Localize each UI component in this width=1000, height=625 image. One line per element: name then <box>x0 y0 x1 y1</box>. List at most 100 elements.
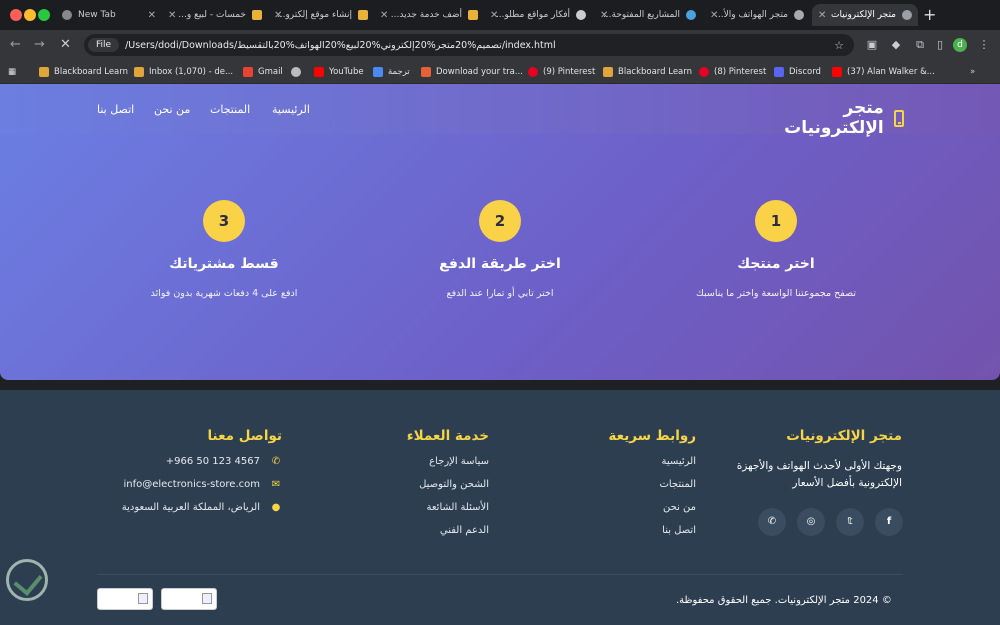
globe-icon <box>794 10 804 20</box>
bookmark-item[interactable]: Gmail <box>243 65 283 79</box>
bookmark-item[interactable]: Blackboard Learn <box>39 65 128 79</box>
back-icon[interactable]: ← <box>10 37 21 52</box>
bookmark-item[interactable]: (37) Alan Walker &... <box>832 65 935 79</box>
url-text[interactable]: /Users/dodi/Downloads/تصميم%20متجر%20إلك… <box>125 40 556 51</box>
step-card-1: 1 اختر منتجك تصفح مجموعتنا الواسعة واختر… <box>656 200 896 299</box>
close-tab-icon[interactable]: ✕ <box>148 10 156 21</box>
footer-about: متجر الإلكترونيات وجهتك الأولى لأحدث اله… <box>722 428 902 492</box>
stop-loading-icon[interactable]: ✕ <box>60 37 71 52</box>
site-info-chip[interactable]: File <box>88 38 120 52</box>
tab-new-tab[interactable]: New Tab ✕ <box>56 4 162 26</box>
bookmark-item[interactable]: Download your tra... <box>421 65 523 79</box>
gmail-icon <box>243 67 253 77</box>
payment-logo-broken-image <box>161 588 217 610</box>
download-icon <box>421 67 431 77</box>
extensions-puzzle-icon[interactable]: ⧉ <box>914 39 926 51</box>
profile-avatar[interactable]: d <box>953 38 967 52</box>
map-pin-icon: ● <box>271 502 281 513</box>
tab-site-ideas[interactable]: أفكار مواقع مطلو... ✕ <box>484 4 592 26</box>
watermark-logo-icon <box>6 559 48 601</box>
bookmark-item[interactable]: ترجمة <box>373 65 410 79</box>
site-logo[interactable]: متجر الإلكترونيات <box>754 98 904 138</box>
forward-icon[interactable]: → <box>34 37 45 52</box>
bookmark-item[interactable] <box>291 65 306 79</box>
tab-open-projects[interactable]: المشاريع المفتوحة... ✕ <box>594 4 702 26</box>
bookmark-star-icon[interactable]: ☆ <box>834 39 844 52</box>
pinterest-icon <box>699 67 709 77</box>
bookmark-item[interactable]: (9) Pinterest <box>528 65 595 79</box>
footer-link[interactable]: الأسئلة الشائعة <box>389 502 490 513</box>
address-bar-row: ← → ✕ File /Users/dodi/Downloads/تصميم%2… <box>0 30 1000 60</box>
contact-address: ● الرياض، المملكة العربية السعودية <box>121 502 281 513</box>
footer-link[interactable]: من نحن <box>596 502 696 513</box>
bookmark-item[interactable]: Blackboard Learn <box>603 65 692 79</box>
close-tab-icon[interactable]: ✕ <box>274 10 282 21</box>
twitter-icon[interactable]: 𝕥 <box>836 508 864 536</box>
footer-link[interactable]: الدعم الفني <box>389 525 489 536</box>
sidebar-icon[interactable]: ▯ <box>934 39 946 51</box>
zoom-window-button[interactable] <box>38 9 50 21</box>
step-number: 3 <box>203 200 245 242</box>
envelope-icon: ✉ <box>271 479 281 490</box>
close-tab-icon[interactable]: ✕ <box>818 10 826 21</box>
footer-quick-links: روابط سريعة الرئيسية المنتجات من نحن اتص… <box>596 428 696 536</box>
bookmark-item[interactable]: Inbox (1,070) - de... <box>134 65 233 79</box>
address-bar[interactable]: File /Users/dodi/Downloads/تصميم%20متجر%… <box>84 34 854 56</box>
footer-link[interactable]: المنتجات <box>596 479 696 490</box>
minimize-window-button[interactable] <box>24 9 36 21</box>
nav-home[interactable]: الرئيسية <box>272 103 310 116</box>
extension-icon[interactable]: ◆ <box>890 39 902 51</box>
bookmark-item[interactable]: (8) Pinterest <box>699 65 766 79</box>
footer-column-title: روابط سريعة <box>608 428 696 444</box>
footer-link[interactable]: اتصل بنا <box>596 525 696 536</box>
step-description: ادفع على 4 دفعات شهرية بدون فوائد <box>150 288 298 299</box>
khamsat-icon <box>468 10 478 20</box>
broken-image-icon <box>138 593 148 604</box>
bookmark-item[interactable]: Discord <box>774 65 821 79</box>
mail-icon <box>134 67 144 77</box>
contact-email: ✉ info@electronics-store.com <box>123 479 281 490</box>
step-card-2: 2 اختر طريقة الدفع اختر تابي أو تمارا عن… <box>380 200 620 299</box>
footer-column-title: تواصل معنا <box>207 428 282 444</box>
nav-products[interactable]: المنتجات <box>210 103 250 116</box>
close-tab-icon[interactable]: ✕ <box>168 10 176 21</box>
close-tab-icon[interactable]: ✕ <box>380 10 388 21</box>
footer-customer-service: خدمة العملاء سياسة الإرجاع الشحن والتوصي… <box>389 428 489 536</box>
close-tab-icon[interactable]: ✕ <box>490 10 498 21</box>
chrome-icon <box>62 10 72 20</box>
step-title: اختر طريقة الدفع <box>439 256 561 272</box>
page-icon <box>902 10 912 20</box>
facebook-icon[interactable]: f <box>875 508 903 536</box>
step-card-3: 3 قسط مشترياتك ادفع على 4 دفعات شهرية بد… <box>104 200 344 299</box>
nav-about[interactable]: من نحن <box>154 103 190 116</box>
tab-phone-store[interactable]: متجر الهواتف والأ... ✕ <box>704 4 810 26</box>
step-title: اختر منتجك <box>737 256 815 272</box>
blackboard-icon <box>603 67 613 77</box>
close-tab-icon[interactable]: ✕ <box>710 10 718 21</box>
menu-kebab-icon[interactable]: ⋮ <box>978 39 990 51</box>
bookmarks-bar: ▦ Blackboard Learn Inbox (1,070) - de...… <box>0 60 1000 84</box>
broken-image-icon <box>202 593 212 604</box>
step-description: اختر تابي أو تمارا عند الدفع <box>446 288 554 299</box>
tab-electronics-store[interactable]: متجر الإلكترونيات ✕ <box>812 4 918 26</box>
browser-tab-bar: New Tab ✕ خمسات - لبيع و... ✕ إنشاء موقع… <box>0 0 1000 30</box>
webpage: 1 اختر منتجك تصفح مجموعتنا الواسعة واختر… <box>0 84 1000 625</box>
instagram-icon[interactable]: ◎ <box>797 508 825 536</box>
more-bookmarks-icon[interactable]: » <box>970 65 975 79</box>
close-tab-icon[interactable]: ✕ <box>600 10 608 21</box>
whatsapp-icon[interactable]: ✆ <box>758 508 786 536</box>
footer-link[interactable]: الرئيسية <box>596 456 696 467</box>
tab-khamsat[interactable]: خمسات - لبيع و... ✕ <box>162 4 268 26</box>
footer-contact: تواصل معنا ✆ +966 50 123 4567 ✉ info@ele… <box>102 428 282 513</box>
new-tab-button[interactable]: + <box>923 5 936 24</box>
extension-icon[interactable]: ▣ <box>866 39 878 51</box>
bookmark-item[interactable]: YouTube <box>314 65 364 79</box>
footer-link[interactable]: سياسة الإرجاع <box>389 456 489 467</box>
blackboard-icon <box>39 67 49 77</box>
apps-grid-icon[interactable]: ▦ <box>8 65 16 79</box>
close-window-button[interactable] <box>10 9 22 21</box>
tab-create-site[interactable]: إنشاء موقع إلكترو... ✕ <box>268 4 374 26</box>
tab-add-service[interactable]: أضف خدمة جديد... ✕ <box>374 4 484 26</box>
nav-contact[interactable]: اتصل بنا <box>97 103 134 116</box>
footer-link[interactable]: الشحن والتوصيل <box>389 479 489 490</box>
